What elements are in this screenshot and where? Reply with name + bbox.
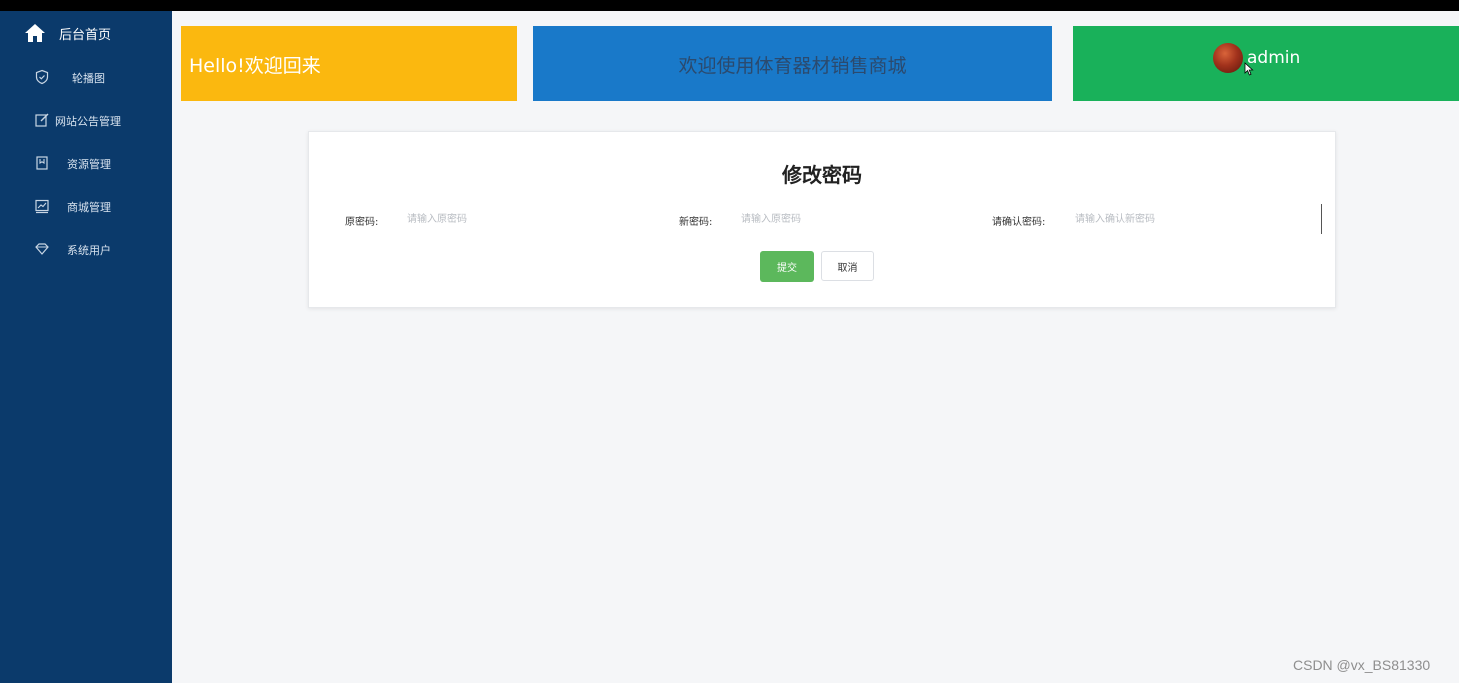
confirm-password-label: 请确认密码: — [992, 217, 1046, 228]
avatar[interactable] — [1213, 43, 1243, 73]
edit-icon — [35, 113, 49, 127]
chart-icon — [35, 199, 49, 214]
site-title-card: 欢迎使用体育器材销售商城 — [533, 26, 1052, 101]
sidebar-item-label: 资源管理 — [67, 158, 111, 171]
submit-button[interactable]: 提交 — [760, 251, 814, 282]
page-title: 修改密码 — [782, 163, 862, 187]
username[interactable]: admin — [1247, 48, 1300, 68]
sidebar-item-resources[interactable]: 资源管理 — [0, 149, 172, 179]
sidebar-item-announcements[interactable]: 网站公告管理 — [0, 106, 172, 136]
sidebar-item-label: 网站公告管理 — [55, 115, 121, 128]
text-caret — [1321, 204, 1322, 234]
bookmark-icon — [36, 156, 48, 170]
shield-icon — [35, 69, 49, 85]
sidebar-item-home[interactable]: 后台首页 — [0, 11, 172, 55]
new-password-input[interactable] — [741, 208, 971, 230]
old-password-input[interactable] — [407, 208, 637, 230]
sidebar-item-label: 后台首页 — [59, 28, 112, 43]
confirm-password-input[interactable] — [1075, 208, 1305, 230]
change-password-panel: 修改密码 原密码: 新密码: 请确认密码: 提交 取消 — [308, 131, 1336, 308]
new-password-label: 新密码: — [679, 217, 713, 228]
user-card[interactable]: admin — [1073, 26, 1459, 101]
sidebar: 后台首页 轮播图 网站公告管理 资源管理 商城管理 系统用户 — [0, 11, 172, 683]
mouse-cursor-icon — [1244, 62, 1254, 76]
sidebar-item-carousel[interactable]: 轮播图 — [0, 63, 172, 93]
old-password-label: 原密码: — [345, 217, 379, 228]
cancel-button[interactable]: 取消 — [821, 251, 874, 281]
sidebar-item-system-users[interactable]: 系统用户 — [0, 235, 172, 265]
sidebar-item-label: 系统用户 — [67, 244, 111, 257]
sidebar-item-label: 轮播图 — [72, 72, 105, 85]
sidebar-item-mall[interactable]: 商城管理 — [0, 192, 172, 222]
top-black-bar — [0, 0, 1459, 11]
welcome-text: Hello!欢迎回来 — [189, 55, 321, 77]
site-title: 欢迎使用体育器材销售商城 — [678, 55, 907, 77]
watermark: CSDN @vx_BS81330 — [1293, 657, 1431, 673]
sidebar-item-label: 商城管理 — [67, 201, 111, 214]
home-icon — [25, 24, 45, 42]
diamond-icon — [35, 243, 49, 255]
welcome-card: Hello!欢迎回来 — [181, 26, 517, 101]
